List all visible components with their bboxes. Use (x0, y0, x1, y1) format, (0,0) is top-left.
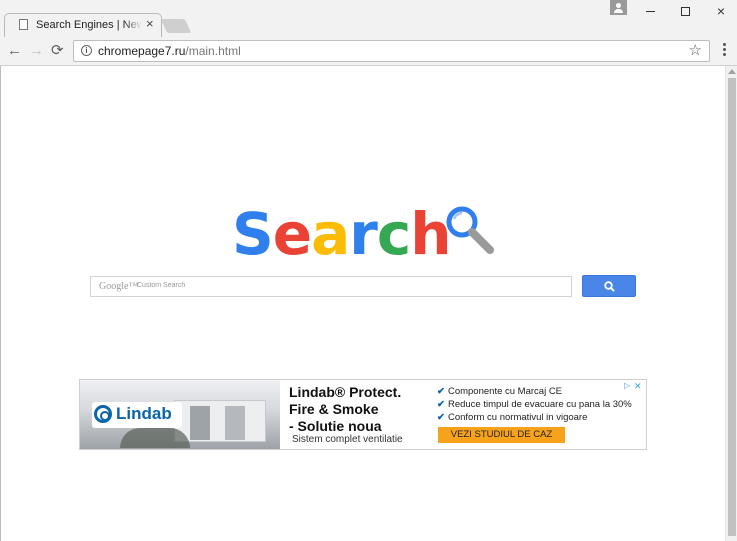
page-icon (19, 19, 28, 30)
close-window-button[interactable]: × (713, 3, 729, 19)
ad-headline-line: Fire & Smoke (289, 401, 379, 417)
search-icon (604, 281, 615, 292)
logo-letter: S (232, 200, 274, 268)
minimize-button[interactable] (642, 3, 658, 19)
google-watermark: Google™ (99, 281, 139, 292)
url-host: chromepage7.ru (98, 44, 186, 58)
scroll-thumb[interactable] (728, 78, 736, 536)
url-path: /main.html (185, 44, 241, 58)
scroll-up-arrow-icon[interactable] (728, 69, 736, 74)
search-logo: Search (232, 199, 452, 269)
profile-icon[interactable] (610, 0, 627, 15)
maximize-button[interactable] (677, 3, 693, 19)
bookmark-star-icon[interactable]: ☆ (689, 42, 702, 60)
ad-headline-line: Lindab® Protect. (289, 384, 402, 400)
new-tab-button[interactable] (160, 19, 192, 33)
logo-letter: c (376, 200, 411, 268)
adchoices-icon[interactable]: ▷ (624, 381, 633, 391)
ad-bullet: ✔ Componente cu Marcaj CE (437, 386, 563, 397)
ad-close-icon[interactable]: ✕ (634, 381, 643, 391)
search-placeholder: Custom Search (137, 282, 186, 289)
ad-subline: Sistem complet ventilatie (292, 434, 403, 445)
ad-bullets: ✔ Componente cu Marcaj CE ✔ Reduce timpul … (437, 385, 632, 424)
forward-arrow-icon[interactable]: → (29, 42, 44, 60)
logo-letter: e (272, 200, 312, 268)
adchoices[interactable]: ▷ ✕ (624, 381, 644, 391)
tab-close-icon[interactable]: × (146, 16, 154, 32)
search-button[interactable] (582, 275, 636, 297)
ad-bullet: ✔ Conform cu normativul in vigoare (437, 412, 588, 423)
check-icon: ✔ (437, 399, 445, 410)
page-content (0, 66, 725, 541)
info-icon[interactable]: i (81, 45, 92, 56)
back-arrow-icon[interactable]: ← (7, 42, 22, 60)
lindab-brand-text: Lindab (116, 404, 172, 423)
ad-image[interactable]: Lindab (80, 380, 280, 449)
check-icon: ✔ (437, 386, 445, 397)
address-bar[interactable]: i chromepage7.ru/main.html ☆ (73, 40, 710, 62)
magnifier-logo-icon (446, 206, 494, 254)
ad-headline-line: - Solutie noua (289, 418, 382, 434)
browser-toolbar: ← → ⟳ i chromepage7.ru/main.html ☆ (0, 37, 737, 66)
check-icon: ✔ (437, 412, 445, 423)
logo-letter: r (349, 200, 378, 268)
tab-title: Search Engines | News search (36, 19, 142, 31)
logo-letter: a (311, 200, 350, 268)
lindab-logo-icon (94, 405, 112, 423)
browser-tab[interactable]: Search Engines | News search × (4, 13, 162, 37)
reload-icon[interactable]: ⟳ (51, 42, 64, 60)
menu-icon[interactable] (723, 43, 726, 58)
ad-bullet: ✔ Reduce timpul de evacuare cu pana la 30… (437, 399, 632, 410)
lindab-logo: Lindab (92, 402, 182, 428)
vertical-scrollbar[interactable] (725, 66, 737, 541)
ad-cta-button[interactable]: VEZI STUDIUL DE CAZ (438, 427, 565, 443)
ad-headline[interactable]: Lindab® Protect. Fire & Smoke - Solutie … (289, 384, 401, 435)
title-bar: Search Engines | News search × × (0, 0, 737, 37)
ad-banner[interactable]: Lindab Lindab® Protect. Fire & Smoke - S… (79, 379, 647, 450)
search-input[interactable]: Google™ Custom Search (90, 276, 572, 297)
url-text[interactable]: chromepage7.ru/main.html (98, 44, 241, 58)
